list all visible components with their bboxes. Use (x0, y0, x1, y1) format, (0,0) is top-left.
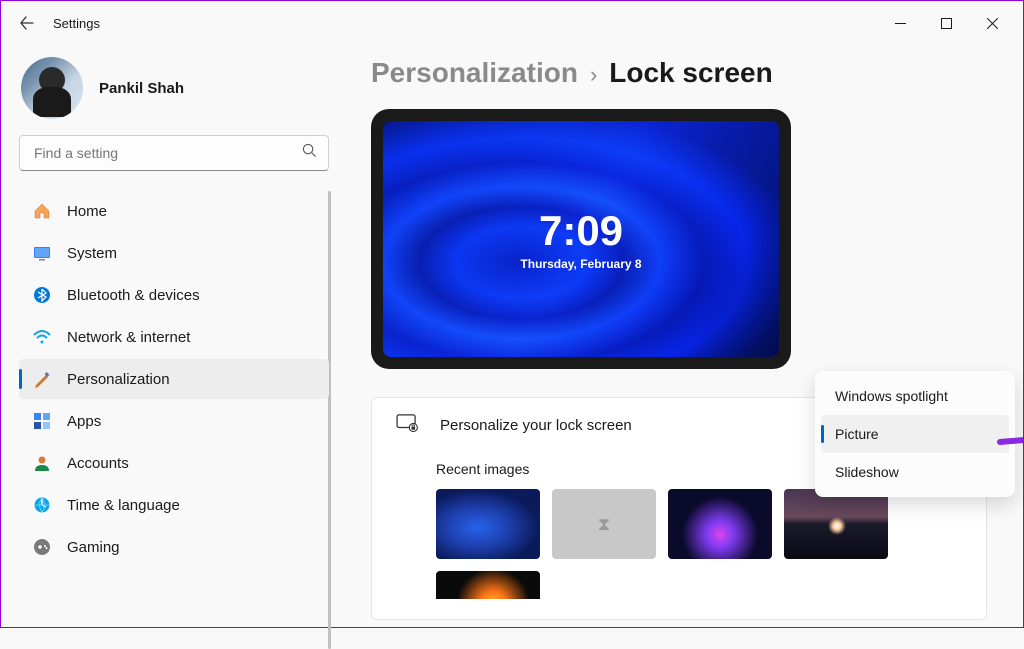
recent-images-row-2 (436, 571, 962, 599)
breadcrumb-current: Lock screen (609, 57, 772, 89)
sidebar-item-label: Home (67, 203, 107, 220)
user-name: Pankil Shah (99, 80, 184, 97)
search-input[interactable] (19, 135, 329, 171)
wifi-icon (33, 328, 51, 346)
dropdown-option-slideshow[interactable]: Slideshow (821, 453, 1009, 491)
window-title: Settings (53, 16, 100, 31)
dropdown-option-label: Picture (835, 426, 879, 442)
accounts-icon (33, 454, 51, 472)
sidebar-item-label: System (67, 245, 117, 262)
picture-lock-icon (396, 414, 418, 437)
maximize-icon (941, 18, 952, 29)
chevron-right-icon: › (590, 62, 597, 88)
sidebar-item-gaming[interactable]: Gaming (19, 527, 329, 567)
preview-date: Thursday, February 8 (520, 257, 641, 271)
user-profile[interactable]: Pankil Shah (19, 57, 329, 119)
personalization-icon (33, 370, 51, 388)
close-button[interactable] (969, 7, 1015, 39)
minimize-icon (895, 18, 906, 29)
sidebar-item-accounts[interactable]: Accounts (19, 443, 329, 483)
hourglass-icon: ⧗ (598, 514, 611, 535)
sidebar-item-personalization[interactable]: Personalization (19, 359, 329, 399)
sidebar-item-label: Apps (67, 413, 101, 430)
sidebar-item-label: Time & language (67, 497, 180, 514)
sidebar-item-bluetooth[interactable]: Bluetooth & devices (19, 275, 329, 315)
recent-images-row: ⧗ (436, 489, 962, 559)
dropdown-option-label: Windows spotlight (835, 388, 948, 404)
gaming-icon (33, 538, 51, 556)
background-type-dropdown: Windows spotlight Picture Slideshow (815, 371, 1015, 497)
dropdown-option-label: Slideshow (835, 464, 899, 480)
sidebar: Pankil Shah Home System Bluetooth & devi… (1, 45, 347, 627)
maximize-button[interactable] (923, 7, 969, 39)
time-language-icon (33, 496, 51, 514)
lock-screen-preview: 7:09 Thursday, February 8 (371, 109, 791, 369)
recent-image-thumb[interactable]: ⧗ (552, 489, 656, 559)
recent-image-thumb[interactable] (668, 489, 772, 559)
sidebar-item-label: Personalization (67, 371, 170, 388)
recent-image-thumb[interactable] (436, 571, 540, 599)
sidebar-item-time-language[interactable]: Time & language (19, 485, 329, 525)
sidebar-item-label: Network & internet (67, 329, 190, 346)
sidebar-item-network[interactable]: Network & internet (19, 317, 329, 357)
preview-screen: 7:09 Thursday, February 8 (383, 121, 779, 357)
back-button[interactable] (9, 5, 45, 41)
title-bar: Settings (1, 1, 1023, 45)
close-icon (987, 18, 998, 29)
sidebar-item-label: Gaming (67, 539, 120, 556)
preview-time: 7:09 (539, 207, 623, 255)
back-arrow-icon (19, 15, 35, 31)
main-content: Personalization › Lock screen 7:09 Thurs… (347, 45, 1023, 627)
scrollbar[interactable] (328, 191, 331, 649)
breadcrumb-parent[interactable]: Personalization (371, 57, 578, 89)
recent-image-thumb[interactable] (436, 489, 540, 559)
search-icon (302, 143, 317, 163)
recent-image-thumb[interactable] (784, 489, 888, 559)
dropdown-option-picture[interactable]: Picture (821, 415, 1009, 453)
sidebar-item-home[interactable]: Home (19, 191, 329, 231)
card-title: Personalize your lock screen (440, 417, 632, 434)
breadcrumb: Personalization › Lock screen (371, 57, 987, 89)
home-icon (33, 202, 51, 220)
sidebar-item-apps[interactable]: Apps (19, 401, 329, 441)
sidebar-item-system[interactable]: System (19, 233, 329, 273)
search-box (19, 135, 329, 171)
window-controls (877, 7, 1015, 39)
sidebar-item-label: Accounts (67, 455, 129, 472)
bluetooth-icon (33, 286, 51, 304)
minimize-button[interactable] (877, 7, 923, 39)
sidebar-item-label: Bluetooth & devices (67, 287, 200, 304)
dropdown-option-windows-spotlight[interactable]: Windows spotlight (821, 377, 1009, 415)
system-icon (33, 244, 51, 262)
apps-icon (33, 412, 51, 430)
avatar (21, 57, 83, 119)
nav-list: Home System Bluetooth & devices Network … (19, 191, 329, 569)
